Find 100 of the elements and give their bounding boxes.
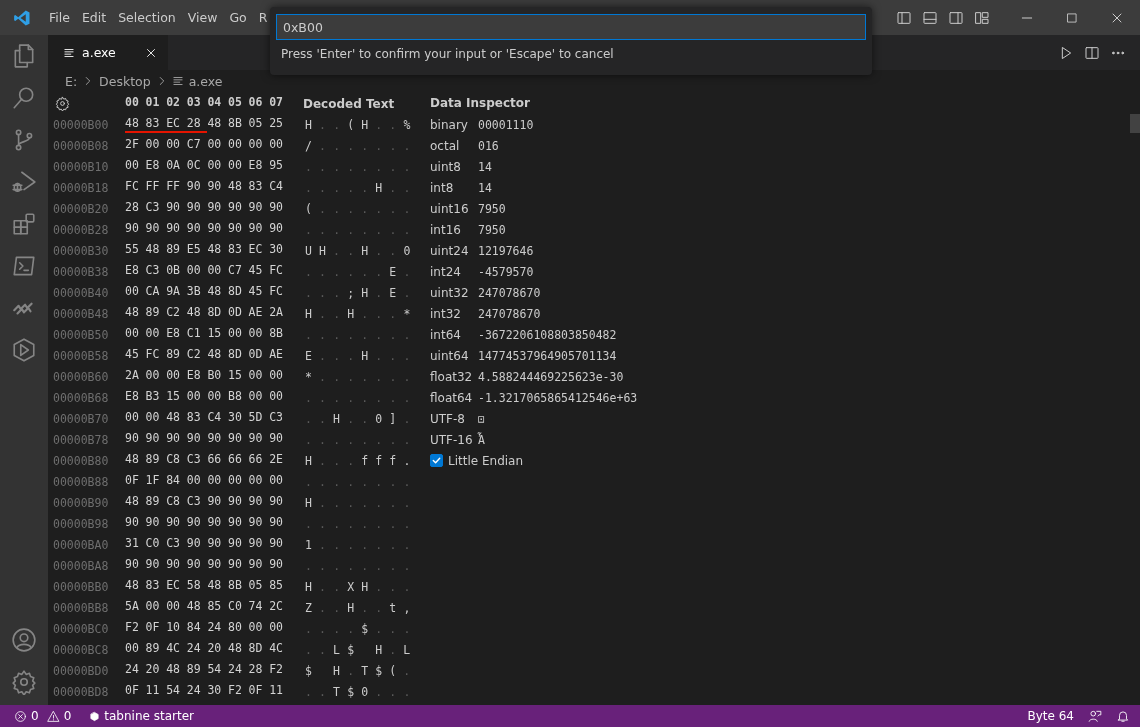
byte-value[interactable]: 00 — [166, 368, 187, 385]
byte-value[interactable]: 48 — [207, 242, 228, 259]
byte-value[interactable]: 00 — [207, 137, 228, 154]
settings-icon[interactable] — [11, 669, 37, 695]
byte-value[interactable]: 90 — [166, 431, 187, 448]
byte-value[interactable]: 90 — [145, 557, 167, 574]
byte-value[interactable]: FC — [125, 179, 146, 196]
byte-value[interactable]: 89 — [166, 242, 187, 259]
byte-value[interactable]: 00 — [186, 473, 208, 490]
byte-value[interactable]: 8D — [248, 641, 270, 658]
byte-value[interactable]: 8B — [227, 116, 249, 133]
byte-value[interactable]: EC — [166, 578, 187, 595]
byte-value[interactable]: 00 — [269, 137, 290, 154]
byte-value[interactable]: FF — [145, 179, 167, 196]
byte-value[interactable]: E8 — [125, 389, 146, 406]
byte-value[interactable]: 80 — [227, 620, 249, 637]
byte-value[interactable]: EC — [166, 116, 187, 133]
layout-icon[interactable] — [974, 9, 990, 26]
byte-value[interactable]: 90 — [207, 536, 228, 553]
byte-value[interactable]: 90 — [227, 557, 249, 574]
byte-value[interactable]: 89 — [145, 452, 167, 469]
byte-value[interactable]: 90 — [186, 200, 208, 217]
byte-value[interactable]: 90 — [207, 221, 228, 238]
byte-value[interactable]: 84 — [186, 620, 208, 637]
feedback-icon[interactable] — [1088, 709, 1102, 723]
byte-value[interactable]: E8 — [186, 368, 208, 385]
byte-value[interactable]: 00 — [125, 641, 146, 658]
byte-value[interactable]: 90 — [207, 515, 228, 532]
byte-value[interactable]: 00 — [248, 368, 270, 385]
byte-value[interactable]: 20 — [207, 641, 228, 658]
account-icon[interactable] — [11, 627, 37, 653]
byte-value[interactable]: 00 — [207, 158, 228, 175]
byte-value[interactable]: F2 — [227, 683, 249, 700]
byte-value[interactable]: 00 — [145, 326, 167, 343]
byte-value[interactable]: 90 — [186, 536, 208, 553]
byte-value[interactable]: 15 — [227, 368, 249, 385]
byte-value[interactable]: 00 — [227, 473, 249, 490]
byte-value[interactable]: 90 — [166, 200, 187, 217]
byte-value[interactable]: 9A — [166, 284, 187, 301]
byte-value[interactable]: 30 — [207, 683, 228, 700]
byte-value[interactable]: 00 — [145, 137, 167, 154]
byte-value[interactable]: C2 — [166, 305, 187, 322]
byte-value[interactable]: 48 — [166, 410, 187, 427]
byte-value[interactable]: 8D — [207, 305, 228, 322]
byte-value[interactable]: 24 — [186, 683, 208, 700]
byte-value[interactable]: 48 — [186, 599, 208, 616]
byte-value[interactable]: 90 — [248, 221, 270, 238]
byte-value[interactable]: C3 — [269, 410, 290, 427]
byte-value[interactable]: 90 — [269, 200, 290, 217]
byte-value[interactable]: 48 — [227, 179, 249, 196]
byte-value[interactable]: 05 — [248, 578, 270, 595]
byte-value[interactable]: 90 — [227, 431, 249, 448]
bell-icon[interactable] — [1116, 709, 1130, 723]
byte-value[interactable]: 00 — [207, 473, 228, 490]
byte-value[interactable]: 48 — [145, 242, 167, 259]
byte-value[interactable]: 00 — [269, 368, 290, 385]
split-editor-icon[interactable] — [1084, 44, 1100, 61]
byte-value[interactable]: E8 — [145, 158, 167, 175]
byte-value[interactable]: 8B — [269, 326, 290, 343]
editor-tab[interactable]: a.exe — [48, 35, 168, 70]
byte-value[interactable]: 11 — [269, 683, 290, 700]
byte-value[interactable]: 90 — [186, 557, 208, 574]
byte-value[interactable]: 83 — [186, 410, 208, 427]
byte-value[interactable]: 0F — [125, 683, 146, 700]
byte-value[interactable]: 54 — [207, 662, 228, 679]
byte-value[interactable]: 24 — [227, 662, 249, 679]
byte-value[interactable]: 90 — [269, 557, 290, 574]
byte-value[interactable]: 48 — [125, 578, 146, 595]
byte-value[interactable]: 1F — [145, 473, 167, 490]
byte-value[interactable]: B8 — [227, 389, 249, 406]
byte-value[interactable]: 48 — [186, 305, 208, 322]
byte-value[interactable]: E8 — [125, 263, 146, 280]
byte-value[interactable]: 0F — [125, 473, 146, 490]
byte-value[interactable]: 00 — [269, 389, 290, 406]
byte-value[interactable]: 90 — [227, 221, 249, 238]
byte-value[interactable]: 0F — [248, 683, 270, 700]
byte-value[interactable]: E8 — [248, 158, 270, 175]
byte-value[interactable]: FC — [269, 263, 290, 280]
byte-value[interactable]: 90 — [227, 200, 249, 217]
byte-value[interactable]: 90 — [145, 221, 167, 238]
byte-value[interactable]: 20 — [145, 662, 167, 679]
byte-value[interactable]: 00 — [269, 473, 290, 490]
byte-value[interactable]: 2F — [125, 137, 146, 154]
byte-value[interactable]: 45 — [125, 347, 146, 364]
byte-value[interactable]: F2 — [269, 662, 290, 679]
menu-item[interactable]: R — [252, 10, 274, 25]
byte-value[interactable]: 90 — [186, 515, 208, 532]
byte-value[interactable]: 30 — [269, 242, 290, 259]
byte-value[interactable]: 8D — [227, 284, 249, 301]
byte-value[interactable]: C3 — [166, 536, 187, 553]
byte-value[interactable]: 90 — [248, 200, 270, 217]
byte-value[interactable]: AE — [248, 305, 270, 322]
byte-value[interactable]: E8 — [166, 326, 187, 343]
menu-item[interactable]: Selection — [112, 10, 182, 25]
byte-value[interactable]: 00 — [166, 137, 187, 154]
byte-value[interactable]: 90 — [248, 515, 270, 532]
byte-value[interactable]: 48 — [125, 452, 146, 469]
byte-value[interactable]: C8 — [166, 452, 187, 469]
byte-value[interactable]: 3B — [186, 284, 208, 301]
byte-value[interactable]: 00 — [227, 137, 249, 154]
